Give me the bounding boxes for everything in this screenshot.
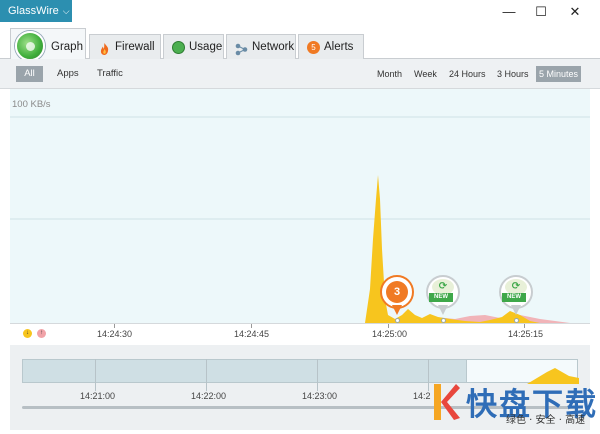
- range-5-minutes[interactable]: 5 Minutes: [536, 66, 582, 82]
- time-tick-label: 14:24:30: [97, 329, 133, 339]
- tab-network-label: Network: [252, 41, 295, 53]
- time-tick-label: 14:24:45: [234, 329, 270, 339]
- range-24-hours[interactable]: 24 Hours: [446, 66, 489, 82]
- overview-tick: [317, 359, 318, 391]
- y-axis-label: 100 KB/s: [12, 99, 51, 110]
- close-button[interactable]: ✕: [560, 2, 590, 22]
- outgoing-legend-icon: ↑: [37, 329, 46, 338]
- range-3-hours[interactable]: 3 Hours: [494, 66, 532, 82]
- overview-time-label: 14:22:00: [191, 391, 227, 401]
- main-tabs: Graph Firewall Usage Network 5 Alerts: [0, 24, 600, 61]
- title-bar: GlassWire ⌵ — ☐ ✕: [0, 0, 600, 24]
- flame-icon: [98, 41, 111, 55]
- graph-logo-icon: [15, 31, 45, 61]
- filter-bar: All Apps Traffic Month Week 24 Hours 3 H…: [0, 59, 600, 89]
- alerts-icon: 5: [307, 41, 320, 54]
- app-menu-button[interactable]: GlassWire ⌵: [0, 0, 72, 22]
- filter-all[interactable]: All: [16, 66, 43, 82]
- overview-tick: [206, 359, 207, 391]
- new-badge: NEW: [502, 293, 526, 302]
- range-month[interactable]: Month: [374, 66, 405, 82]
- tab-usage[interactable]: Usage: [163, 34, 224, 59]
- time-tick-label: 14:25:15: [508, 329, 544, 339]
- event-pin-new-app[interactable]: ⟳ NEW: [499, 275, 533, 323]
- tab-network[interactable]: Network: [226, 34, 296, 59]
- incoming-legend-icon: ↓: [23, 329, 32, 338]
- filter-traffic[interactable]: Traffic: [92, 66, 128, 82]
- tab-firewall[interactable]: Firewall: [89, 34, 161, 59]
- traffic-graph[interactable]: 100 KB/s 3 ⟳ NEW ⟳ NEW: [10, 89, 590, 323]
- tab-usage-label: Usage: [189, 41, 223, 53]
- tab-graph[interactable]: Graph: [10, 28, 86, 61]
- maximize-button[interactable]: ☐: [526, 2, 556, 22]
- time-axis: ↓ ↑ 14:24:30 14:24:45 14:25:00 14:25:15: [10, 323, 590, 343]
- tick-mark: [251, 324, 252, 328]
- network-icon: [235, 41, 248, 56]
- tick-mark: [114, 324, 115, 328]
- chevron-down-icon: ⌵: [62, 6, 70, 16]
- tab-firewall-label: Firewall: [115, 41, 155, 53]
- usage-icon: [172, 41, 185, 54]
- range-week[interactable]: Week: [411, 66, 440, 82]
- watermark-logo: 快盘下载 绿色 · 安全 · 高速: [428, 378, 598, 430]
- watermark-tagline: 绿色 · 安全 · 高速: [506, 415, 586, 426]
- tab-alerts-label: Alerts: [324, 41, 354, 53]
- tab-alerts[interactable]: 5 Alerts: [298, 34, 364, 59]
- event-pin-new-app[interactable]: ⟳ NEW: [426, 275, 460, 323]
- alert-count-icon: 3: [386, 281, 408, 303]
- overview-time-label: 14:21:00: [80, 391, 116, 401]
- event-pin-alert[interactable]: 3: [380, 275, 414, 323]
- overview-time-label: 14:23:00: [302, 391, 338, 401]
- tick-mark: [524, 324, 525, 328]
- tick-mark: [388, 324, 389, 328]
- filter-apps[interactable]: Apps: [52, 66, 84, 82]
- overview-tick: [95, 359, 96, 391]
- minimize-button[interactable]: —: [494, 2, 524, 22]
- k-logo-icon: [434, 384, 460, 420]
- app-menu-label: GlassWire: [8, 5, 59, 17]
- glasswire-window: GlassWire ⌵ — ☐ ✕ Graph Firewall Usage Ne…: [0, 0, 600, 434]
- new-badge: NEW: [429, 293, 453, 302]
- time-tick-label: 14:25:00: [372, 329, 408, 339]
